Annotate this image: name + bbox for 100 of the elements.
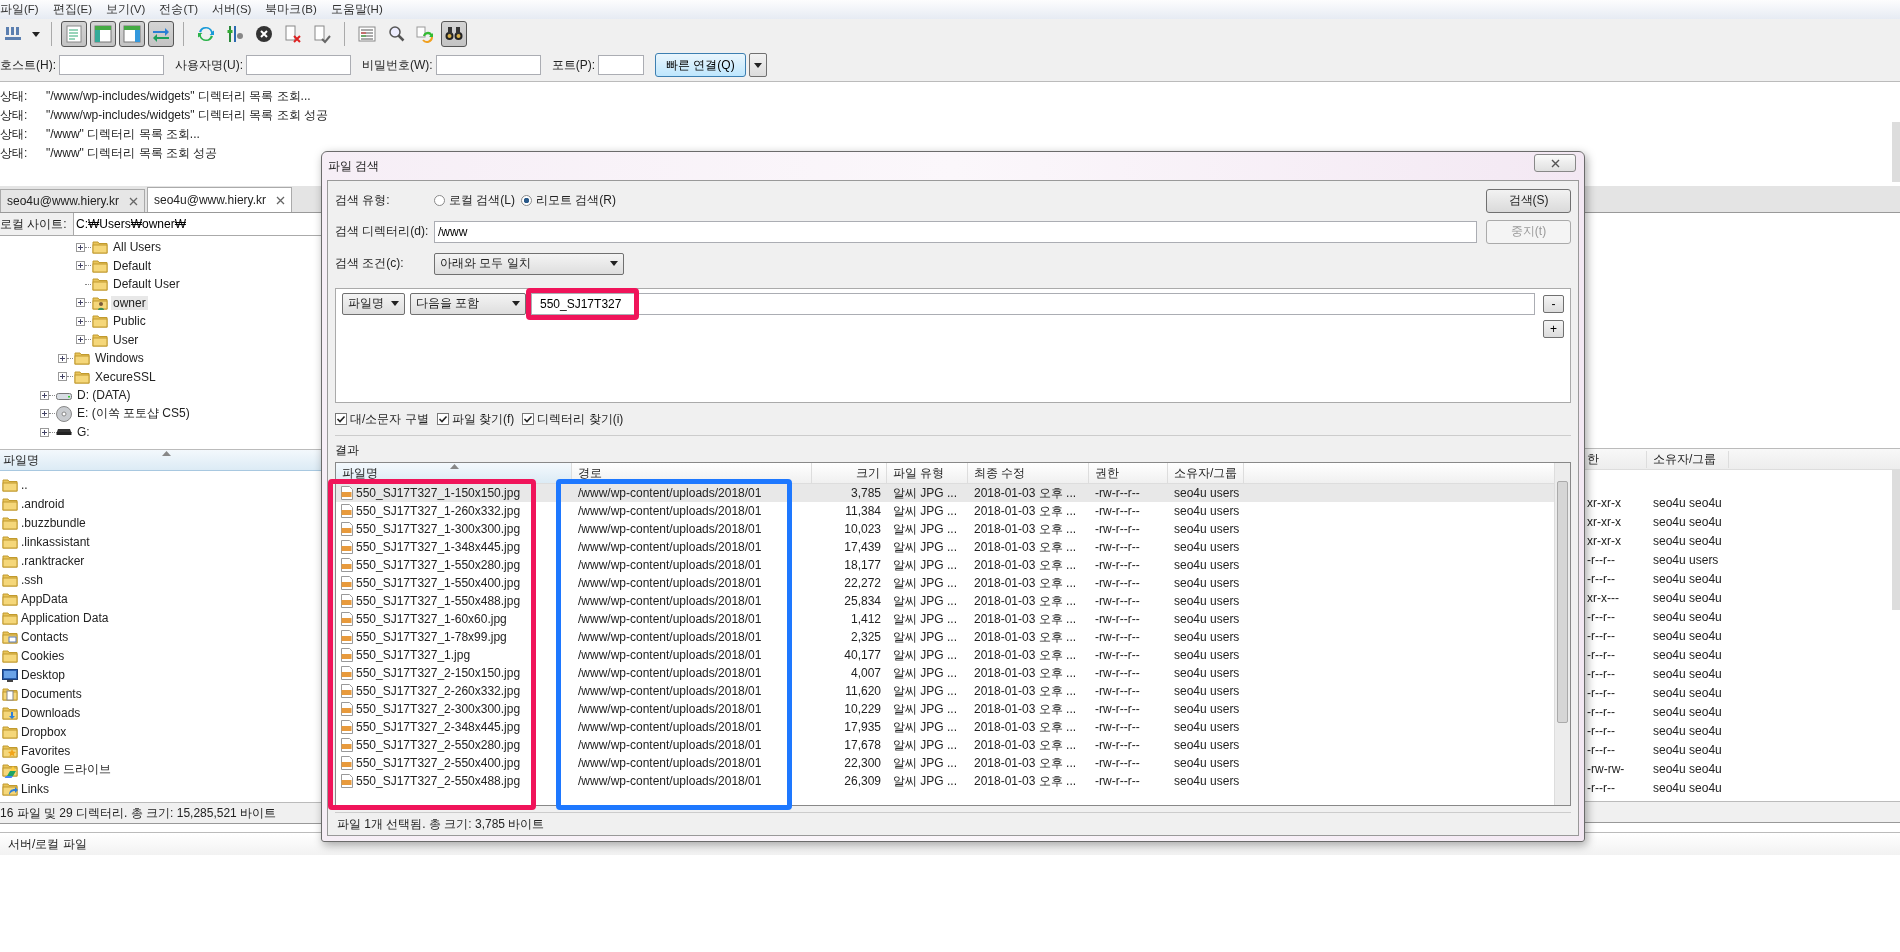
search-value-field[interactable]: 550_SJ17T327 (531, 292, 1535, 315)
column-header[interactable]: 권한 (1089, 463, 1168, 484)
quick-connect-button[interactable]: 빠른 연결(Q) (655, 53, 746, 77)
file-name[interactable]: Downloads (21, 705, 81, 720)
expand-icon[interactable] (76, 335, 85, 345)
column-header[interactable]: 소유자/그룹 (1168, 463, 1244, 484)
field-dropdown[interactable]: 파일명 (342, 292, 405, 315)
table-row[interactable]: 550_SJ17T327_1-78x99.jpg /www/wp-content/uploads/2018/01 2,325 알씨 JPG ... 2018-01-03 오후 ... -rw-r--r-- seo4u users (336, 628, 1570, 647)
tree-item[interactable]: owner (111, 295, 148, 310)
operator-dropdown[interactable]: 다음을 포함 (410, 292, 526, 315)
table-row[interactable]: 550_SJ17T327_2-260x332.jpg /www/wp-content/uploads/2018/01 11,620 알씨 JPG ... 2018-01-03 오후 ... -rw-r--r-- seo4u users (336, 682, 1570, 701)
checkbox-label[interactable]: 디렉터리 찾기(i) (537, 410, 624, 428)
match-dropdown[interactable]: 아래와 모두 일치 (434, 252, 624, 275)
close-icon[interactable] (129, 196, 138, 206)
expand-icon[interactable] (58, 353, 67, 363)
connection-tab[interactable]: seo4u@www.hiery.kr (0, 189, 145, 212)
tree-item[interactable]: All Users (111, 240, 163, 255)
tree-item[interactable]: G: (75, 425, 92, 440)
tree-item[interactable]: E: (이쏙 포토샵 CS5) (75, 405, 192, 423)
table-row[interactable]: 550_SJ17T327_2-550x400.jpg /www/wp-content/uploads/2018/01 22,300 알씨 JPG ... 2018-01-03 오후 ... -rw-r--r-- seo4u users (336, 754, 1570, 773)
input-field[interactable] (59, 55, 164, 75)
table-row[interactable]: 550_SJ17T327_1-60x60.jpg /www/wp-content/uploads/2018/01 1,412 알씨 JPG ... 2018-01-03 오후 ... -rw-r--r-- seo4u users (336, 610, 1570, 629)
column-header[interactable]: 서버/로컬 파일 (0, 835, 95, 853)
file-name[interactable]: .ssh (21, 572, 43, 587)
file-name[interactable]: Application Data (21, 610, 109, 625)
tree-item[interactable]: User (111, 332, 141, 347)
toolbar-button[interactable] (90, 21, 116, 47)
menu-item[interactable]: 도움말(H) (330, 2, 397, 17)
toolbar-button[interactable] (148, 21, 174, 47)
radio-button[interactable] (521, 195, 532, 207)
table-row[interactable]: 550_SJ17T327_2-150x150.jpg /www/wp-content/uploads/2018/01 4,007 알씨 JPG ... 2018-01-03 오후 ... -rw-r--r-- seo4u users (336, 664, 1570, 683)
menu-item[interactable]: 서버(S) (212, 2, 266, 17)
file-name[interactable]: Favorites (21, 743, 71, 758)
search-button[interactable]: 검색(S) (1486, 188, 1571, 213)
column-header[interactable]: 경로 (572, 463, 812, 484)
expand-icon[interactable] (40, 390, 49, 400)
file-name[interactable]: Cookies (21, 648, 65, 663)
table-row[interactable]: 550_SJ17T327_2-550x280.jpg /www/wp-content/uploads/2018/01 17,678 알씨 JPG ... 2018-01-03 오후 ... -rw-r--r-- seo4u users (336, 736, 1570, 755)
input-field[interactable] (246, 55, 351, 75)
checkbox[interactable] (436, 413, 449, 426)
file-name[interactable]: .android (21, 496, 65, 511)
tree-item[interactable]: D: (DATA) (75, 388, 133, 403)
radio-label[interactable]: 리모트 검색(R) (536, 192, 616, 210)
radio-button[interactable] (434, 195, 445, 207)
table-row[interactable]: 550_SJ17T327_1-550x400.jpg /www/wp-content/uploads/2018/01 22,272 알씨 JPG ... 2018-01-03 오후 ... -rw-r--r-- seo4u users (336, 574, 1570, 593)
menu-item[interactable]: 보기(V) (106, 2, 160, 17)
tree-item[interactable]: XecureSSL (93, 369, 158, 384)
tree-item[interactable]: Windows (93, 351, 146, 366)
radio-label[interactable]: 로컬 검색(L) (449, 192, 515, 210)
file-name[interactable]: Dropbox (21, 724, 67, 739)
table-row[interactable]: 550_SJ17T327_1.jpg /www/wp-content/uploads/2018/01 40,177 알씨 JPG ... 2018-01-03 오후 ... -rw-r--r-- seo4u users (336, 646, 1570, 665)
table-row[interactable]: 550_SJ17T327_2-348x445.jpg /www/wp-content/uploads/2018/01 17,935 알씨 JPG ... 2018-01-03 오후 ... -rw-r--r-- seo4u users (336, 718, 1570, 737)
column-header[interactable]: 파일 유형 (887, 463, 968, 484)
checkbox-label[interactable]: 대/소문자 구별 (350, 410, 429, 428)
file-name[interactable]: Google 드라이브 (21, 761, 112, 778)
file-name[interactable]: Documents (21, 686, 82, 701)
table-row[interactable]: 550_SJ17T327_2-550x488.jpg /www/wp-content/uploads/2018/01 26,309 알씨 JPG ... 2018-01-03 오후 ... -rw-r--r-- seo4u users (336, 772, 1570, 791)
file-name[interactable]: .linkassistant (21, 534, 90, 549)
expand-icon[interactable] (76, 316, 85, 326)
toolbar-button[interactable] (119, 21, 145, 47)
toolbar-button[interactable] (441, 21, 467, 47)
column-header[interactable]: 크기 (812, 463, 887, 484)
scroll-bar[interactable] (1892, 470, 1900, 610)
close-button[interactable] (1534, 154, 1576, 172)
expand-icon[interactable] (76, 242, 85, 252)
checkbox[interactable] (335, 413, 347, 426)
column-header[interactable]: 소유자/그룹 (1647, 450, 1730, 468)
menu-item[interactable]: 북마크(B) (265, 2, 331, 17)
scroll-bar[interactable] (1892, 122, 1900, 182)
table-row[interactable]: 550_SJ17T327_1-550x488.jpg /www/wp-content/uploads/2018/01 25,834 알씨 JPG ... 2018-01-03 오후 ... -rw-r--r-- seo4u users (336, 592, 1570, 611)
tree-item[interactable]: Public (111, 314, 148, 329)
file-name[interactable]: .. (21, 477, 28, 492)
directory-field[interactable]: /www (434, 220, 1477, 243)
file-name[interactable]: .buzzbundle (21, 515, 86, 530)
menu-item[interactable]: 파일(F) (0, 2, 53, 17)
tree-item[interactable]: Default User (111, 277, 182, 292)
table-row[interactable]: 550_SJ17T327_1-300x300.jpg /www/wp-content/uploads/2018/01 10,023 알씨 JPG ... 2018-01-03 오후 ... -rw-r--r-- seo4u users (336, 520, 1570, 539)
table-row[interactable]: 550_SJ17T327_2-300x300.jpg /www/wp-content/uploads/2018/01 10,229 알씨 JPG ... 2018-01-03 오후 ... -rw-r--r-- seo4u users (336, 700, 1570, 719)
table-row[interactable]: 550_SJ17T327_1-348x445.jpg /www/wp-content/uploads/2018/01 17,439 알씨 JPG ... 2018-01-03 오후 ... -rw-r--r-- seo4u users (336, 538, 1570, 557)
tree-item[interactable]: Default (111, 258, 154, 273)
connection-tab[interactable]: seo4u@www.hiery.kr (147, 187, 292, 212)
caret-icon[interactable] (32, 31, 40, 37)
menu-item[interactable]: 편집(E) (52, 2, 107, 17)
dropdown-button[interactable] (748, 53, 767, 77)
checkbox[interactable] (522, 413, 535, 426)
input-field[interactable] (598, 55, 644, 75)
file-name[interactable]: Links (21, 781, 49, 796)
toolbar-button[interactable] (61, 21, 87, 47)
menu-item[interactable]: 전송(T) (159, 2, 213, 17)
scroll-bar[interactable] (1554, 463, 1570, 806)
expand-icon[interactable] (40, 427, 49, 437)
table-row[interactable]: 550_SJ17T327_1-550x280.jpg /www/wp-content/uploads/2018/01 18,177 알씨 JPG ... 2018-01-03 오후 ... -rw-r--r-- seo4u users (336, 556, 1570, 575)
file-name[interactable]: Contacts (21, 629, 69, 644)
file-name[interactable]: Desktop (21, 667, 66, 682)
checkbox-label[interactable]: 파일 찾기(f) (451, 410, 515, 428)
expand-icon[interactable] (76, 261, 85, 271)
column-header[interactable]: 최종 수정 (968, 463, 1089, 484)
file-name[interactable]: .ranktracker (21, 553, 85, 568)
table-row[interactable]: 550_SJ17T327_1-260x332.jpg /www/wp-content/uploads/2018/01 11,384 알씨 JPG ... 2018-01-03 오후 ... -rw-r--r-- seo4u users (336, 502, 1570, 521)
input-field[interactable] (435, 55, 541, 75)
